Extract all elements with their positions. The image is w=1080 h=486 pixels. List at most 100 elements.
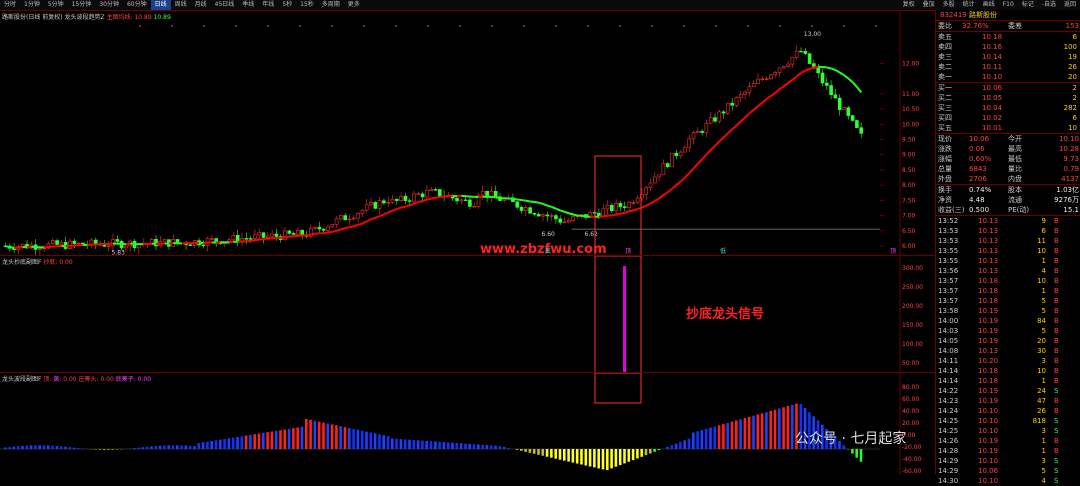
toolbar-button-0[interactable]: 复权 xyxy=(899,0,919,10)
candle-body xyxy=(533,213,536,214)
tick-volume: 1 xyxy=(1020,256,1046,266)
ma-segment xyxy=(328,232,332,233)
ask-volume: 100 xyxy=(1064,42,1077,52)
period-tab-1[interactable]: 1分钟 xyxy=(20,0,44,10)
period-tab-5[interactable]: 60分钟 xyxy=(123,0,151,10)
oscillator-bar xyxy=(318,422,321,449)
period-tab-8[interactable]: 月线 xyxy=(191,0,211,10)
oscillator-bar xyxy=(34,445,37,449)
stat-row: 涨幅0.60%最低9.73 xyxy=(936,154,1080,164)
toolbar-button-7[interactable]: -自选 xyxy=(1038,0,1060,10)
period-tab-13[interactable]: 15秒 xyxy=(296,0,318,10)
ma-segment xyxy=(672,185,676,189)
toolbar-button-3[interactable]: 统计 xyxy=(959,0,979,10)
ma-segment xyxy=(362,221,366,223)
period-tab-12[interactable]: 5秒 xyxy=(278,0,296,10)
ma-segment xyxy=(663,192,667,195)
oscillator-bar xyxy=(26,446,29,449)
period-tab-6[interactable]: 日线 xyxy=(151,0,171,10)
candle-body xyxy=(847,108,850,116)
tick-price: 10.06 xyxy=(978,466,998,476)
ma-segment xyxy=(552,207,556,209)
bottom-signal-bar xyxy=(623,266,626,372)
ma-segment xyxy=(341,228,345,229)
candle-body xyxy=(262,233,265,238)
ma-segment xyxy=(792,76,796,80)
tick-time: 14:24 xyxy=(938,406,958,416)
tick-row: 14:2910.103S xyxy=(936,456,1080,466)
oscillator-bar xyxy=(585,449,588,466)
candle-body xyxy=(425,191,428,197)
toolbar-button-8[interactable]: 返回 xyxy=(1060,0,1080,10)
bid-book: 买一10.062买二10.052买三10.04282买四10.026买五10.0… xyxy=(936,82,1080,133)
tick-volume: 10 xyxy=(1020,366,1046,376)
tick-row: 13:5710.1810B xyxy=(936,276,1080,286)
tick-price: 10.18 xyxy=(978,296,998,306)
candle-body xyxy=(503,199,506,200)
candle-body xyxy=(744,92,747,94)
main-kline-chart[interactable]: 路斯股份(日线 前复权) 龙头波段趋势Z 主图均线: 10.89 10.89 1… xyxy=(0,10,935,256)
bid-price: 10.01 xyxy=(982,123,1002,133)
tick-list[interactable]: 13:5210.139B13:5310.136B13:5310.1311B13:… xyxy=(936,215,1080,486)
oscillator-bar xyxy=(198,443,201,449)
tick-price: 10.20 xyxy=(978,356,998,366)
toolbar-button-4[interactable]: 画线 xyxy=(979,0,999,10)
oscillator-bar xyxy=(163,445,166,449)
y-axis-label: 8.00 xyxy=(902,182,916,189)
oscillator-svg[interactable]: 80.0060.0040.0020.000.00-20.00-40.00-60.… xyxy=(0,373,935,475)
tick-flag: B xyxy=(1054,446,1059,456)
oscillator-bar xyxy=(735,421,738,450)
candle-body xyxy=(210,239,213,240)
period-tab-14[interactable]: 多周期 xyxy=(318,0,344,10)
period-tab-3[interactable]: 15分钟 xyxy=(68,0,96,10)
tick-row: 14:0810.1330B xyxy=(936,346,1080,356)
stock-name: 路斯股份 xyxy=(969,11,997,19)
period-tab-4[interactable]: 30分钟 xyxy=(95,0,123,10)
oscillator-bar xyxy=(331,424,334,449)
oscillator-bar xyxy=(748,417,751,449)
ma-segment xyxy=(573,214,577,215)
oscillator-bar xyxy=(619,449,622,465)
tick-time: 14:25 xyxy=(938,416,958,426)
oscillator-bar xyxy=(206,442,209,449)
candle-body xyxy=(494,191,497,196)
ma-segment xyxy=(397,208,401,210)
chart2-y-label: 100.00 xyxy=(902,341,923,348)
ma-segment xyxy=(646,203,650,205)
candle-body xyxy=(649,183,652,187)
high-price-label: 13.00 xyxy=(804,31,821,38)
ma-segment xyxy=(10,247,14,248)
period-tab-10[interactable]: 季线 xyxy=(238,0,258,10)
candlestick-svg[interactable]: 12.0011.0010.5010.009.509.008.508.007.50… xyxy=(0,11,935,256)
toolbar-button-2[interactable]: 多股 xyxy=(939,0,959,10)
oscillator-bar xyxy=(709,428,712,449)
ma-segment xyxy=(530,201,534,202)
toolbar-button-1[interactable]: 叠加 xyxy=(919,0,939,10)
period-tab-11[interactable]: 年线 xyxy=(258,0,278,10)
chart3-y-label: -40.00 xyxy=(902,456,922,463)
oscillator-bar xyxy=(322,423,325,449)
chart2-highlight-box xyxy=(595,256,641,373)
period-tab-0[interactable]: 分时 xyxy=(0,0,20,10)
signal-dot xyxy=(235,25,237,27)
oscillator-bar xyxy=(675,444,678,449)
oscillator-bar xyxy=(602,449,605,469)
toolbar-button-5[interactable]: F10 xyxy=(999,0,1018,10)
oscillator-bar xyxy=(253,434,256,449)
period-tab-2[interactable]: 5分钟 xyxy=(44,0,68,10)
oscillator-bar xyxy=(533,449,536,454)
bottom-signal-chart[interactable]: 龙头抄底副图F 抄底: 0.00 300.00250.00200.00150.0… xyxy=(0,255,935,373)
period-tab-9[interactable]: 45日线 xyxy=(211,0,239,10)
period-tab-7[interactable]: 周线 xyxy=(171,0,191,10)
tick-time: 13:57 xyxy=(938,296,958,306)
wave-oscillator-chart[interactable]: 龙头波段副图F 顶: 黄: 0.00 庄筹头: 0.00 底筹子: 0.00 8… xyxy=(0,372,935,475)
period-tab-15[interactable]: 更多 xyxy=(344,0,364,10)
toolbar-button-6[interactable]: 标记 xyxy=(1018,0,1038,10)
tick-row: 14:2210.1924S xyxy=(936,386,1080,396)
signal-svg[interactable]: 300.00250.00200.00150.00100.0050.00抄底龙头信… xyxy=(0,256,935,373)
tick-volume: 1 xyxy=(1020,376,1046,386)
candle-body xyxy=(688,139,691,148)
tick-time: 14:28 xyxy=(938,446,958,456)
candle-body xyxy=(843,108,846,110)
marker-2: 低 xyxy=(720,247,726,255)
